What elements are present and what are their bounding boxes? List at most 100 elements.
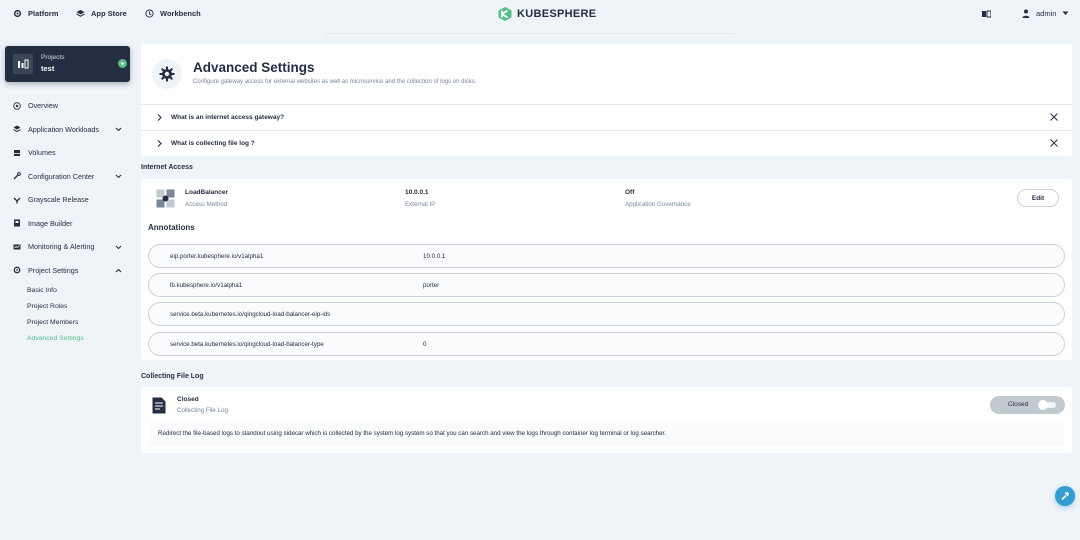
grayscale-icon [13, 196, 21, 204]
workbench-icon [145, 9, 154, 18]
sidebar-item-label: Monitoring & Alerting [28, 242, 95, 252]
sidebar-subitem-advanced-settings[interactable]: Advanced Settings [0, 330, 135, 346]
sidebar-item-image-builder[interactable]: Image Builder [0, 212, 135, 236]
top-divider [325, 33, 735, 34]
annotation-key: lb.kubesphere.io/v1alpha1 [170, 282, 243, 289]
workloads-icon [13, 125, 21, 133]
sidebar-subitem-label: Project Members [27, 318, 79, 326]
internet-access-card: LoadBalancer Access Method 10.0.0.1 Exte… [141, 179, 1072, 360]
annotation-item: service.beta.kubernetes.io/qingcloud-loa… [148, 302, 1065, 326]
project-icon [13, 54, 33, 74]
overview-icon [13, 102, 21, 110]
sidebar-item-grayscale-release[interactable]: Grayscale Release [0, 188, 135, 212]
governance-value: Off [625, 189, 635, 196]
sidebar-item-label: Configuration Center [28, 171, 95, 181]
file-log-toggle[interactable]: Closed [990, 396, 1065, 414]
chevron-up-icon [114, 267, 122, 275]
annotation-key: eip.porter.kubesphere.io/v1alpha1 [170, 253, 264, 260]
chevron-right-icon [157, 140, 162, 147]
nav-platform-label: Platform [28, 9, 59, 18]
username: admin [1036, 9, 1057, 18]
image-builder-icon [13, 219, 21, 227]
access-method-label: Access Method [185, 201, 228, 208]
chevron-right-icon [157, 114, 162, 121]
sidebar-item-label: Image Builder [28, 218, 73, 228]
faq-question: What is an internet access gateway? [171, 114, 285, 121]
edit-button[interactable]: Edit [1017, 189, 1059, 207]
project-switch-icon[interactable] [118, 59, 127, 68]
settings-icon [13, 266, 21, 274]
nav-workbench[interactable]: Workbench [145, 9, 201, 18]
annotation-value: 10.0.0.1 [423, 253, 446, 260]
sidebar-subitem-project-members[interactable]: Project Members [0, 314, 135, 330]
page-title: Advanced Settings [193, 60, 315, 75]
toolbox-button[interactable] [1055, 486, 1075, 506]
close-icon[interactable] [1050, 113, 1058, 121]
faq-collecting-file-log[interactable]: What is collecting file log ? [141, 130, 1072, 156]
internet-access-title: Internet Access [141, 164, 193, 171]
file-log-description: Redirect the file-based logs to standout… [149, 421, 1064, 446]
sidebar-item-label: Grayscale Release [28, 195, 89, 205]
sidebar-subitem-label: Basic Info [27, 286, 57, 294]
chevron-down-icon [114, 126, 122, 134]
annotation-item: lb.kubesphere.io/v1alpha1 porter [148, 273, 1065, 297]
nav-workbench-label: Workbench [160, 9, 201, 18]
nav-app-store[interactable]: App Store [76, 9, 127, 18]
nav-app-store-label: App Store [91, 9, 127, 18]
project-selector[interactable]: Projects test [5, 46, 130, 82]
sidebar-subitem-project-roles[interactable]: Project Roles [0, 298, 135, 314]
hammer-icon [1060, 491, 1070, 501]
project-kind-label: Projects [41, 54, 65, 61]
project-name: test [41, 64, 55, 73]
app-store-icon [76, 9, 85, 18]
user-icon [1022, 9, 1030, 18]
volumes-icon [13, 149, 21, 157]
annotation-item: service.beta.kubernetes.io/qingcloud-loa… [148, 332, 1065, 356]
file-log-status: Closed [177, 396, 199, 403]
annotation-value: 0 [423, 341, 427, 348]
sidebar-item-configuration-center[interactable]: Configuration Center [0, 165, 135, 189]
gear-icon [13, 9, 22, 18]
sidebar-item-label: Project Settings [28, 265, 79, 275]
file-log-title: Collecting File Log [141, 373, 204, 380]
toggle-label: Closed [1008, 401, 1029, 408]
annotation-item: eip.porter.kubesphere.io/v1alpha1 10.0.0… [148, 244, 1065, 268]
monitoring-icon [13, 243, 21, 251]
annotations-title: Annotations [148, 223, 195, 232]
kubesphere-logo[interactable]: KUBESPHERE [497, 6, 596, 22]
annotation-key: service.beta.kubernetes.io/qingcloud-loa… [170, 311, 331, 318]
load-balancer-icon [156, 189, 175, 208]
page-description: Configure gateway access for external we… [193, 79, 477, 85]
tool-box-icon[interactable] [982, 10, 991, 18]
sidebar-item-monitoring-alerting[interactable]: Monitoring & Alerting [0, 235, 135, 259]
nav-platform[interactable]: Platform [13, 9, 58, 18]
sidebar-item-application-workloads[interactable]: Application Workloads [0, 118, 135, 142]
sidebar: Overview Application Workloads Volumes C… [0, 94, 135, 346]
sidebar-subitem-label: Advanced Settings [27, 334, 84, 342]
annotation-value: porter [423, 282, 440, 289]
sidebar-item-overview[interactable]: Overview [0, 94, 135, 118]
chevron-down-icon [114, 173, 122, 181]
faq-question: What is collecting file log ? [171, 140, 255, 147]
external-ip-value: 10.0.0.1 [405, 189, 429, 196]
sidebar-item-volumes[interactable]: Volumes [0, 141, 135, 165]
chevron-down-icon [114, 243, 122, 251]
sidebar-subitem-basic-info[interactable]: Basic Info [0, 282, 135, 298]
kubesphere-logo-icon [497, 6, 513, 22]
close-icon[interactable] [1050, 139, 1058, 147]
external-ip-label: External IP [405, 201, 436, 208]
governance-label: Application Governance [625, 201, 691, 208]
top-navbar: Platform App Store Workbench KUBESPHERE … [0, 0, 1080, 34]
logo-text: KUBESPHERE [517, 8, 597, 20]
page-header: Advanced Settings Configure gateway acce… [141, 44, 1072, 104]
file-log-card: Closed Collecting File Log Closed Redire… [141, 387, 1072, 453]
file-log-status-label: Collecting File Log [177, 407, 228, 414]
sidebar-item-label: Volumes [28, 148, 56, 158]
user-menu[interactable]: admin [1022, 9, 1069, 18]
configuration-icon [13, 172, 21, 180]
sidebar-item-label: Application Workloads [28, 124, 99, 134]
file-log-icon [152, 397, 166, 414]
sidebar-item-project-settings[interactable]: Project Settings [0, 259, 135, 283]
annotation-key: service.beta.kubernetes.io/qingcloud-loa… [170, 341, 324, 348]
faq-internet-access-gateway[interactable]: What is an internet access gateway? [141, 104, 1072, 130]
